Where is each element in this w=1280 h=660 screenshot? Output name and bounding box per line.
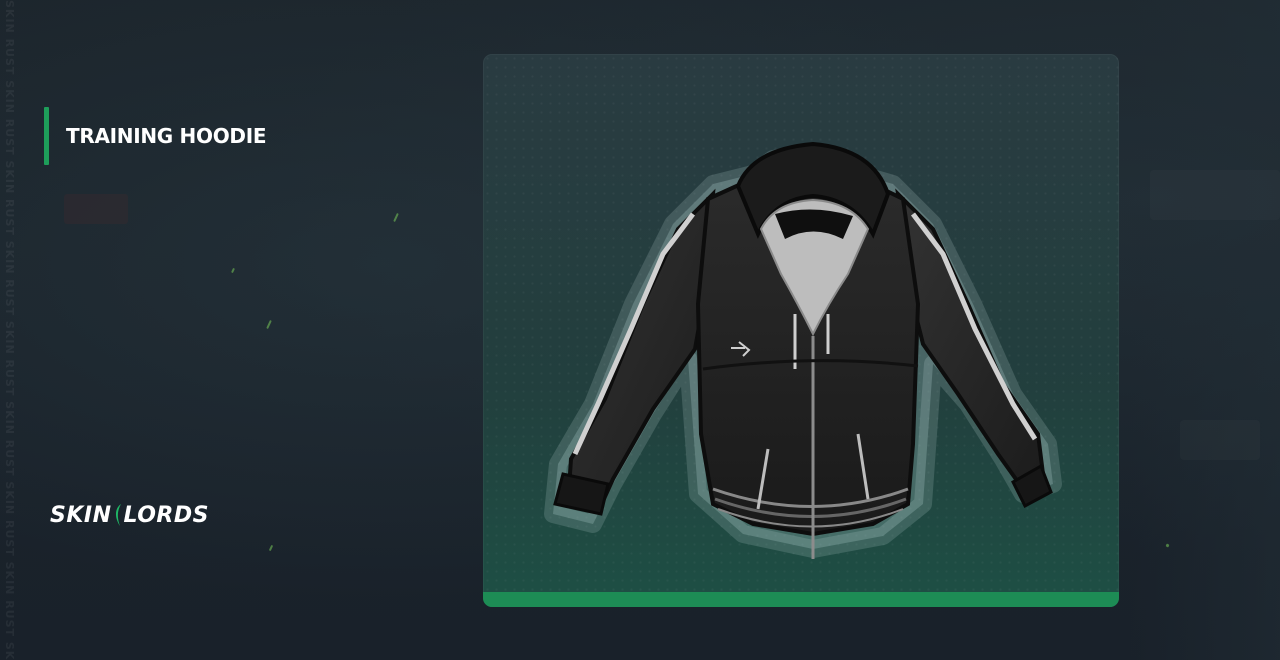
background-speck xyxy=(268,544,274,552)
item-title: TRAINING HOODIE xyxy=(66,124,267,148)
background-ghost-panel xyxy=(1150,170,1280,220)
background-speck xyxy=(393,212,399,223)
hoodie-icon xyxy=(544,141,1062,559)
brand-name-right: LORDS xyxy=(123,502,209,528)
side-watermark: SKIN RUST SKIN RUST SKIN RUST SKIN RUST … xyxy=(3,0,16,660)
faint-badge xyxy=(64,194,128,224)
page: SKIN RUST SKIN RUST SKIN RUST SKIN RUST … xyxy=(0,0,1280,660)
background-speck xyxy=(231,267,235,274)
background-blur xyxy=(1130,0,1280,660)
item-title-block: TRAINING HOODIE xyxy=(44,107,267,165)
brand-logo: SKIN LORDS xyxy=(50,498,209,532)
background-ghost-panel xyxy=(1180,420,1260,460)
background-speck xyxy=(266,319,272,330)
card-accent-bar xyxy=(483,592,1119,607)
crescent-icon xyxy=(115,504,121,526)
title-accent-bar xyxy=(44,107,49,165)
brand-name-left: SKIN xyxy=(50,502,112,528)
item-preview-card xyxy=(483,54,1119,607)
